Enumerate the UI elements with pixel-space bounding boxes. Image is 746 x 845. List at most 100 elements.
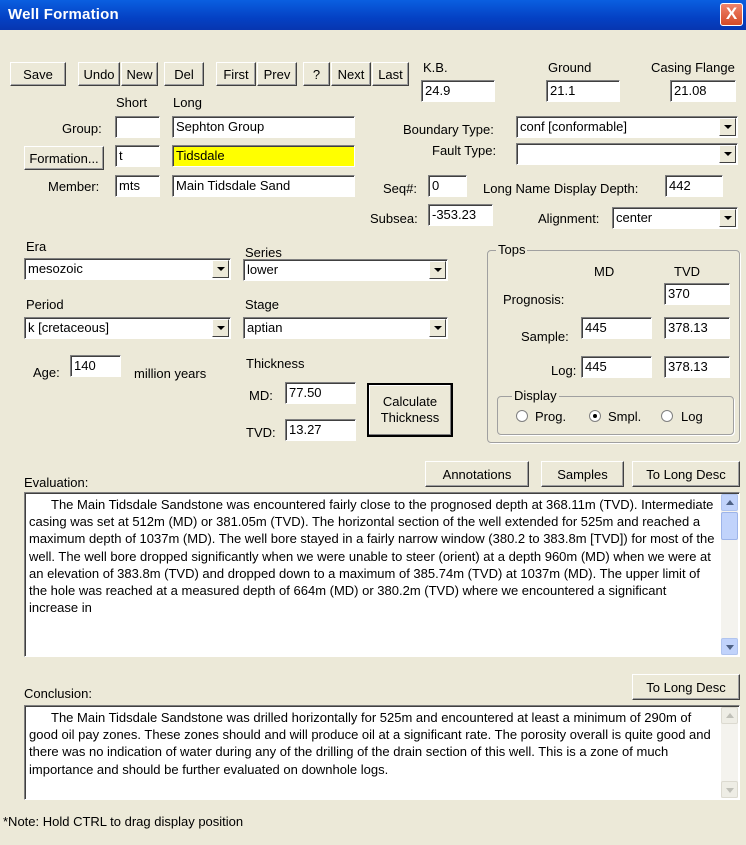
alignment-select[interactable]: center (612, 207, 738, 229)
samples-button[interactable]: Samples (541, 461, 624, 487)
series-value: lower (243, 259, 448, 281)
undo-button[interactable]: Undo (78, 62, 120, 86)
long-name-depth-field[interactable]: 442 (665, 175, 723, 197)
long-header: Long (173, 95, 202, 110)
member-label: Member: (48, 179, 100, 194)
member-short-field[interactable]: mts (115, 175, 160, 197)
age-label: Age: (33, 365, 60, 380)
series-label: Series (245, 245, 282, 260)
casing-flange-label: Casing Flange (651, 60, 735, 75)
ground-label: Ground (548, 60, 592, 75)
long-name-depth-label: Long Name Display Depth: (483, 181, 639, 196)
seq-field[interactable]: 0 (428, 175, 467, 197)
display-smpl-label[interactable]: Smpl. (608, 409, 641, 424)
thickness-tvd-label: TVD: (246, 425, 276, 440)
display-prog-radio[interactable] (516, 410, 528, 422)
title-bar[interactable]: Well Formation X (0, 0, 746, 30)
formation-short-field[interactable]: t (115, 145, 160, 167)
annotations-button[interactable]: Annotations (425, 461, 529, 487)
prognosis-label: Prognosis: (503, 292, 565, 307)
thickness-title: Thickness (246, 356, 305, 371)
thickness-md-field[interactable]: 77.50 (285, 382, 356, 404)
stage-value: aptian (243, 317, 448, 339)
kb-field[interactable]: 24.9 (421, 80, 495, 102)
sample-md-field[interactable]: 445 (581, 317, 652, 339)
chevron-down-icon[interactable] (429, 319, 446, 337)
age-field[interactable]: 140 (70, 355, 121, 377)
period-select[interactable]: k [cretaceous] (24, 317, 231, 339)
chevron-down-icon[interactable] (719, 209, 736, 227)
sample-label: Sample: (521, 329, 569, 344)
boundary-type-value: conf [conformable] (516, 116, 738, 138)
tops-md-header: MD (594, 264, 615, 279)
stage-label: Stage (245, 297, 279, 312)
evaluation-textarea[interactable]: The Main Tidsdale Sandstone was encounte… (24, 492, 740, 657)
chevron-down-icon[interactable] (212, 260, 229, 278)
evaluation-text: The Main Tidsdale Sandstone was encounte… (29, 497, 715, 616)
kb-label: K.B. (423, 60, 448, 75)
delete-button[interactable]: Del (164, 62, 204, 86)
save-button[interactable]: Save (10, 62, 66, 86)
evaluation-to-long-desc-button[interactable]: To Long Desc (632, 461, 740, 487)
display-prog-label[interactable]: Prog. (535, 409, 566, 424)
stage-select[interactable]: aptian (243, 317, 448, 339)
group-label: Group: (62, 121, 102, 136)
display-log-radio[interactable] (661, 410, 673, 422)
chevron-down-icon[interactable] (719, 145, 736, 163)
prev-button[interactable]: Prev (257, 62, 297, 86)
subsea-field[interactable]: -353.23 (428, 204, 493, 226)
scroll-up-icon[interactable] (721, 494, 738, 511)
evaluation-scrollbar[interactable] (721, 494, 738, 655)
era-select[interactable]: mesozoic (24, 258, 231, 280)
log-label: Log: (551, 363, 577, 378)
help-button[interactable]: ? (303, 62, 330, 86)
last-button[interactable]: Last (372, 62, 409, 86)
close-button[interactable]: X (720, 3, 743, 26)
conclusion-label: Conclusion: (24, 686, 92, 701)
scroll-up-icon[interactable] (721, 707, 738, 724)
formation-long-field[interactable]: Tidsdale (172, 145, 355, 167)
prognosis-tvd-field[interactable]: 370 (664, 283, 730, 305)
seq-label: Seq#: (383, 181, 417, 196)
period-label: Period (26, 297, 64, 312)
formation-button[interactable]: Formation... (24, 146, 104, 170)
chevron-down-icon[interactable] (429, 261, 446, 279)
log-tvd-field[interactable]: 378.13 (664, 356, 730, 378)
short-header: Short (116, 95, 148, 110)
tops-title: Tops (496, 242, 528, 257)
conclusion-textarea[interactable]: The Main Tidsdale Sandstone was drilled … (24, 705, 740, 800)
thickness-tvd-field[interactable]: 13.27 (285, 419, 356, 441)
ground-field[interactable]: 21.1 (546, 80, 620, 102)
group-long-field[interactable]: Sephton Group (172, 116, 355, 138)
conclusion-text: The Main Tidsdale Sandstone was drilled … (29, 710, 711, 777)
next-button[interactable]: Next (331, 62, 371, 86)
boundary-type-select[interactable]: conf [conformable] (516, 116, 738, 138)
age-unit: million years (134, 366, 207, 381)
window-title: Well Formation (8, 6, 119, 23)
member-long-field[interactable]: Main Tidsdale Sand (172, 175, 355, 197)
evaluation-label: Evaluation: (24, 475, 89, 490)
fault-type-select[interactable] (516, 143, 738, 165)
tops-tvd-header: TVD (674, 264, 700, 279)
conclusion-to-long-desc-button[interactable]: To Long Desc (632, 674, 740, 700)
first-button[interactable]: First (216, 62, 256, 86)
series-select[interactable]: lower (243, 259, 448, 281)
scroll-down-icon[interactable] (721, 781, 738, 798)
scroll-down-icon[interactable] (721, 638, 738, 655)
display-log-label[interactable]: Log (681, 409, 703, 424)
conclusion-scrollbar[interactable] (721, 707, 738, 798)
subsea-label: Subsea: (370, 211, 418, 226)
display-smpl-radio[interactable] (589, 410, 601, 422)
footer-note: *Note: Hold CTRL to drag display positio… (3, 814, 244, 829)
display-title: Display (512, 388, 559, 403)
log-md-field[interactable]: 445 (581, 356, 652, 378)
sample-tvd-field[interactable]: 378.13 (664, 317, 730, 339)
group-short-field[interactable] (115, 116, 160, 138)
alignment-label: Alignment: (538, 211, 600, 226)
chevron-down-icon[interactable] (212, 319, 229, 337)
chevron-down-icon[interactable] (719, 118, 736, 136)
casing-flange-field[interactable]: 21.08 (670, 80, 736, 102)
scroll-thumb[interactable] (721, 512, 738, 540)
calculate-thickness-button[interactable]: Calculate Thickness (367, 383, 453, 437)
new-button[interactable]: New (121, 62, 158, 86)
